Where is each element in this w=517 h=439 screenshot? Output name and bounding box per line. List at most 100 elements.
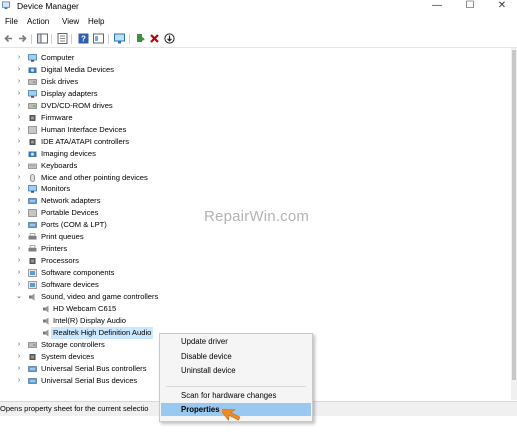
chevron-right-icon[interactable]: › (16, 207, 22, 219)
tree-category-display-adapters[interactable]: › Display adapters (0, 88, 500, 100)
speaker-icon (43, 317, 49, 325)
tree-category-label: Universal Serial Bus controllers (41, 363, 147, 373)
chevron-right-icon[interactable]: › (16, 124, 22, 136)
tree-category-label: Disk drives (41, 76, 79, 86)
context-menu-uninstall-device[interactable]: Uninstall device (161, 364, 311, 377)
computer-icon (28, 54, 37, 62)
toolbar-separator (108, 34, 109, 44)
forward-arrow-icon[interactable] (17, 33, 28, 44)
tree-category-computer[interactable]: › Computer (0, 52, 500, 64)
tree-category-label: Software components (41, 268, 115, 278)
chevron-right-icon[interactable]: › (16, 160, 22, 172)
view-icon[interactable] (93, 33, 104, 44)
tree-category-dvd-cd-rom-drives[interactable]: › DVD/CD-ROM drives (0, 100, 500, 112)
tree-category-label: Human Interface Devices (41, 124, 127, 134)
chevron-right-icon[interactable]: › (16, 339, 22, 351)
chevron-right-icon[interactable]: › (16, 195, 22, 207)
tree-category-label: Imaging devices (41, 148, 96, 158)
mouse-icon (30, 173, 35, 182)
chevron-right-icon[interactable]: › (16, 183, 22, 195)
menu-help[interactable]: Help (88, 17, 104, 26)
chevron-right-icon[interactable]: › (16, 64, 22, 76)
watermark: RepairWin.com (204, 208, 310, 225)
context-menu-update-driver[interactable]: Update driver (161, 335, 311, 348)
menu-file[interactable]: File (5, 17, 18, 26)
chevron-right-icon[interactable]: › (16, 76, 22, 88)
chevron-down-icon[interactable]: ⌄ (16, 291, 22, 303)
close-button[interactable]: ✕ (489, 0, 515, 13)
chevron-right-icon[interactable]: › (16, 231, 22, 243)
tree-category-label: DVD/CD-ROM drives (41, 100, 113, 110)
tree-category-label: Portable Devices (41, 208, 99, 218)
tree-category-human-interface-devices[interactable]: › Human Interface Devices (0, 124, 500, 136)
tree-category-label: Processors (41, 256, 79, 266)
chevron-right-icon[interactable]: › (16, 255, 22, 267)
properties-sheet-icon[interactable] (57, 33, 68, 44)
uninstall-x-icon[interactable] (149, 33, 160, 44)
monitor-icon (28, 185, 37, 194)
storage-controller-icon (28, 341, 37, 348)
chevron-right-icon[interactable]: › (16, 100, 22, 112)
chevron-right-icon[interactable]: › (16, 219, 22, 231)
tree-category-keyboards[interactable]: › Keyboards (0, 160, 500, 172)
minimize-button[interactable]: — (424, 0, 450, 13)
disk-drive-icon (28, 79, 37, 85)
tree-category-print-queues[interactable]: › Print queues (0, 231, 500, 243)
tree-category-processors[interactable]: › Processors (0, 255, 500, 267)
chevron-right-icon[interactable]: › (16, 363, 22, 375)
chevron-right-icon[interactable]: › (16, 243, 22, 255)
pointer-arrow-icon (222, 408, 241, 421)
tree-category-mice-and-other-pointing-devices[interactable]: › Mice and other pointing devices (0, 172, 500, 184)
tree-category-label: Printers (41, 244, 68, 254)
tree-category-label: Universal Serial Bus devices (41, 375, 138, 385)
chevron-right-icon[interactable]: › (16, 267, 22, 279)
vertical-scrollbar[interactable] (511, 48, 517, 400)
update-driver-icon[interactable] (135, 33, 146, 44)
show-hide-console-tree-icon[interactable] (37, 33, 48, 44)
display-adapter-icon (28, 89, 37, 98)
port-icon (28, 222, 37, 229)
tree-category-label: Mice and other pointing devices (41, 172, 148, 182)
menu-action[interactable]: Action (27, 17, 49, 26)
menu-view[interactable]: View (62, 17, 79, 26)
toolbar-separator (71, 34, 72, 44)
tree-category-network-adapters[interactable]: › Network adapters (0, 195, 500, 207)
tree-category-firmware[interactable]: › Firmware (0, 112, 500, 124)
tree-category-disk-drives[interactable]: › Disk drives (0, 76, 500, 88)
tree-category-label: Storage controllers (41, 339, 105, 349)
tree-device-label: Realtek High Definition Audio (51, 326, 154, 339)
tree-category-software-devices[interactable]: › Software devices (0, 279, 500, 291)
tree-category-monitors[interactable]: › Monitors (0, 183, 500, 195)
chevron-right-icon[interactable]: › (16, 136, 22, 148)
chevron-right-icon[interactable]: › (16, 112, 22, 124)
back-arrow-icon[interactable] (3, 33, 14, 44)
tree-category-ide-ata-atapi-controllers[interactable]: › IDE ATA/ATAPI controllers (0, 136, 500, 148)
toolbar: ? (0, 31, 517, 48)
tree-category-sound-video-and-game-controllers[interactable]: ⌄ Sound, video and game controllers (0, 291, 500, 303)
context-menu-disable-device[interactable]: Disable device (161, 350, 311, 363)
chevron-right-icon[interactable]: › (16, 148, 22, 160)
tree-category-imaging-devices[interactable]: › Imaging devices (0, 148, 500, 160)
chevron-right-icon[interactable]: › (16, 52, 22, 64)
disable-device-icon[interactable] (164, 33, 175, 44)
chevron-right-icon[interactable]: › (16, 375, 22, 387)
toolbar-separator (31, 34, 32, 44)
scan-hardware-icon[interactable] (114, 33, 125, 44)
maximize-button[interactable]: ☐ (457, 0, 483, 13)
help-icon[interactable]: ? (78, 33, 89, 44)
chevron-right-icon[interactable]: › (16, 279, 22, 291)
tree-category-software-components[interactable]: › Software components (0, 267, 500, 279)
chevron-right-icon[interactable]: › (16, 88, 22, 100)
tree-category-digital-media-devices[interactable]: › Digital Media Devices (0, 64, 500, 76)
tree-category-printers[interactable]: › Printers (0, 243, 500, 255)
chevron-right-icon[interactable]: › (16, 351, 22, 363)
context-menu-scan-for-hardware-changes[interactable]: Scan for hardware changes (161, 389, 311, 402)
tree-category-label: Print queues (41, 232, 84, 242)
chevron-right-icon[interactable]: › (16, 172, 22, 184)
scrollbar-thumb[interactable] (512, 50, 516, 380)
tree-category-label: Firmware (41, 112, 73, 122)
tree-device-label: HD Webcam C615 (53, 303, 117, 313)
tree-device-item[interactable]: Intel(R) Display Audio (0, 315, 500, 327)
processor-icon (29, 258, 36, 265)
tree-device-item[interactable]: HD Webcam C615 (0, 303, 500, 315)
